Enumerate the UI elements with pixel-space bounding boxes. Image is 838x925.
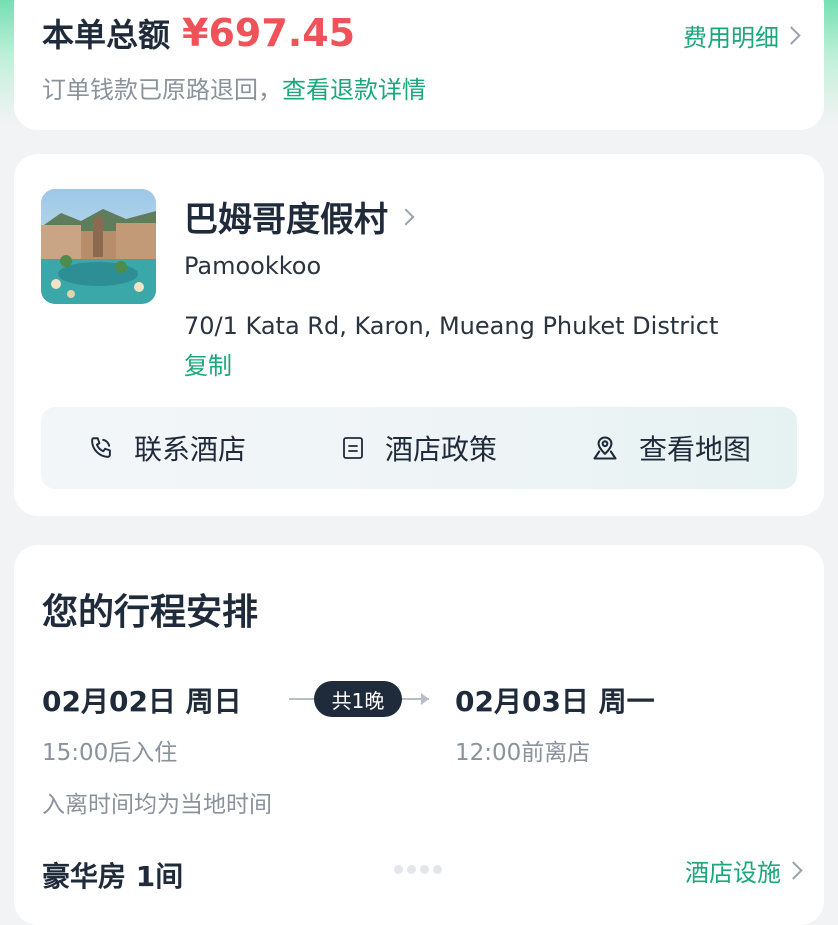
total-amount: ¥697.45: [182, 11, 356, 55]
phone-icon: [91, 437, 111, 458]
loading-dots: [394, 865, 442, 874]
chevron-right-icon: [784, 861, 803, 880]
hotel-address: 70/1 Kata Rd, Karon, Mueang Phuket Distr…: [184, 312, 719, 340]
copy-address-button[interactable]: 复制: [184, 346, 232, 381]
contact-hotel-label: 联系酒店: [133, 433, 246, 466]
chevron-right-icon: [782, 26, 801, 45]
dot: [433, 865, 442, 874]
checkin-time: 15:00后入住: [42, 740, 178, 766]
hotel-thumbnail[interactable]: [41, 189, 156, 304]
room-type: 豪华房 1间: [42, 860, 184, 893]
dot: [420, 865, 429, 874]
dot: [407, 865, 416, 874]
hotel-info-card: 巴姆哥度假村 Pamookkoo 70/1 Kata Rd, Karon, Mu…: [14, 154, 824, 516]
document-icon: [343, 437, 363, 459]
checkin-date: 02月02日 周日: [42, 685, 242, 718]
order-total-card: 本单总额 ¥697.45 费用明细 订单钱款已原路退回，查看退款详情: [14, 0, 824, 130]
view-map-button[interactable]: 查看地图: [545, 428, 797, 468]
dot: [394, 865, 403, 874]
hotel-policy-button[interactable]: 酒店政策: [293, 428, 545, 468]
hotel-english-name: Pamookkoo: [184, 252, 322, 280]
itinerary-card: 您的行程安排 02月02日 周日 共1晚 02月03日 周一 15:00后入住 …: [14, 545, 824, 925]
fee-detail-label: 费用明细: [683, 24, 779, 52]
hotel-name: 巴姆哥度假村: [184, 200, 388, 240]
checkout-time: 12:00前离店: [455, 740, 591, 766]
arrow-right-icon: [421, 693, 429, 705]
hotel-facilities-link[interactable]: 酒店设施: [685, 853, 803, 888]
refund-detail-link[interactable]: 查看退款详情: [282, 76, 426, 104]
hotel-action-bar: 联系酒店 酒店政策 查看地图: [41, 407, 797, 489]
refund-text: 订单钱款已原路退回，: [42, 76, 282, 104]
refund-row: 订单钱款已原路退回，查看退款详情: [42, 70, 426, 105]
nights-badge: 共1晚: [314, 681, 402, 717]
total-row: 本单总额 ¥697.45: [42, 10, 355, 56]
itinerary-title: 您的行程安排: [42, 592, 259, 633]
fee-detail-link[interactable]: 费用明细: [683, 18, 801, 53]
total-label: 本单总额: [42, 16, 171, 54]
hotel-name-link[interactable]: 巴姆哥度假村: [184, 192, 415, 241]
view-map-label: 查看地图: [638, 433, 751, 466]
checkout-date: 02月03日 周一: [455, 685, 655, 718]
nights-indicator: 共1晚: [289, 679, 429, 719]
chevron-right-icon: [397, 208, 415, 225]
map-pin-icon: [593, 436, 617, 460]
local-time-note: 入离时间均为当地时间: [42, 792, 272, 818]
hotel-policy-label: 酒店政策: [384, 433, 497, 466]
hotel-facilities-label: 酒店设施: [685, 859, 781, 887]
contact-hotel-button[interactable]: 联系酒店: [41, 428, 293, 468]
